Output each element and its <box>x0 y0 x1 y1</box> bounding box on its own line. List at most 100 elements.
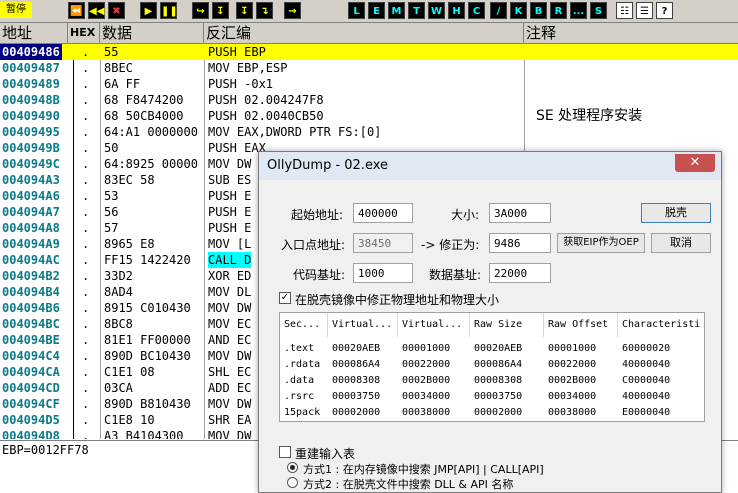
section-cell[interactable]: 00034000 <box>398 389 450 405</box>
sections-header[interactable]: Virtual... <box>398 313 470 337</box>
references-button[interactable]: R <box>550 2 567 19</box>
column-comment[interactable]: 注释 <box>524 23 738 43</box>
column-hex[interactable]: 数据 <box>100 23 204 43</box>
column-disasm[interactable]: 反汇编 <box>204 23 524 43</box>
method2-radio[interactable] <box>287 477 298 488</box>
step-over-button[interactable]: ↧ <box>212 2 229 19</box>
code-address: 00409490 <box>2 109 60 123</box>
section-cell[interactable]: 00038000 <box>544 405 596 421</box>
sections-header[interactable]: Virtual... <box>328 313 398 337</box>
section-cell[interactable]: 0002B000 <box>544 373 596 389</box>
sections-table[interactable]: Sec... Virtual... Virtual... Raw Size Ra… <box>279 312 705 422</box>
dialog-title-bar[interactable]: OllyDump - 02.exe ✕ <box>259 152 721 180</box>
sections-header[interactable]: Sec... <box>280 313 328 337</box>
trace-into-button[interactable]: ↧ <box>236 2 253 19</box>
execute-till-return-button[interactable]: → <box>284 2 301 19</box>
data-base-field[interactable]: 22000 <box>489 263 551 283</box>
section-cell[interactable]: 00003750 <box>470 389 522 405</box>
options-icon[interactable]: ☷ <box>616 2 633 19</box>
section-cell[interactable]: .rdata <box>280 357 320 373</box>
log-window-button[interactable]: L <box>348 2 365 19</box>
section-cell[interactable]: 40000040 <box>618 389 670 405</box>
cancel-button[interactable]: 取消 <box>651 233 711 253</box>
pause-button[interactable]: ❚❚ <box>160 2 178 19</box>
section-cell[interactable]: 000086A4 <box>328 357 380 373</box>
memory-button[interactable]: M <box>388 2 405 19</box>
get-eip-button[interactable]: 获取EIP作为OEP <box>557 233 645 253</box>
breakpoints-button[interactable]: B <box>530 2 547 19</box>
section-cell[interactable]: 00002000 <box>328 405 380 421</box>
step-into-button[interactable]: ↪ <box>192 2 209 19</box>
section-cell[interactable]: 40000040 <box>618 357 670 373</box>
dump-button[interactable]: 脱壳 <box>641 203 711 223</box>
row-marker: . <box>82 141 90 155</box>
code-hex: 03CA <box>104 381 133 395</box>
code-disasm: MOV EAX,DWORD PTR FS:[0] <box>208 125 382 139</box>
code-row[interactable]: 0040948B. 68 F8474200 PUSH 02.004247F8 <box>0 92 738 108</box>
section-cell[interactable]: .text <box>280 341 314 357</box>
code-hex: 50 <box>104 141 119 155</box>
column-hex-tag[interactable]: HEX <box>68 23 100 43</box>
section-cell[interactable]: 00020AEB <box>470 341 522 357</box>
size-field[interactable]: 3A000 <box>489 203 551 223</box>
section-cell[interactable]: 00002000 <box>470 405 522 421</box>
rewind-button[interactable]: ⏪ <box>68 2 85 19</box>
code-hex: 57 <box>104 221 119 235</box>
code-base-field[interactable]: 1000 <box>353 263 413 283</box>
sections-header[interactable]: Raw Size <box>470 313 544 337</box>
code-address: 0040949C <box>2 157 60 171</box>
back-button[interactable]: ◀◀ <box>88 2 105 19</box>
section-cell[interactable]: 00001000 <box>398 341 450 357</box>
section-cell[interactable]: 00034000 <box>544 389 596 405</box>
section-cell[interactable]: 0002B000 <box>398 373 450 389</box>
section-cell[interactable]: 00022000 <box>544 357 596 373</box>
row-marker: . <box>82 413 90 427</box>
section-cell[interactable]: E0000040 <box>618 405 670 421</box>
windows-button[interactable]: W <box>428 2 445 19</box>
section-cell[interactable]: 00001000 <box>544 341 596 357</box>
start-addr-field[interactable]: 400000 <box>353 203 413 223</box>
help-icon[interactable]: ? <box>656 2 673 19</box>
section-cell[interactable]: 00008308 <box>470 373 522 389</box>
section-cell[interactable]: 00003750 <box>328 389 380 405</box>
close-program-button[interactable]: ✖ <box>108 2 125 19</box>
rebuild-import-checkbox[interactable] <box>279 446 291 458</box>
column-addr[interactable]: 地址 <box>0 23 68 43</box>
code-hex: FF15 1422420 <box>104 253 191 267</box>
patches-button[interactable]: / <box>490 2 507 19</box>
section-cell[interactable]: C0000040 <box>618 373 670 389</box>
code-row[interactable]: 00409487. 8BEC MOV EBP,ESP <box>0 60 738 76</box>
source-button[interactable]: S <box>590 2 607 19</box>
section-cell[interactable]: 00008308 <box>328 373 380 389</box>
section-cell[interactable]: 60000020 <box>618 341 670 357</box>
list-icon[interactable]: ☰ <box>636 2 653 19</box>
handles-button[interactable]: H <box>448 2 465 19</box>
call-stack-button[interactable]: K <box>510 2 527 19</box>
sections-header[interactable]: Characteristi <box>618 313 704 337</box>
method1-radio[interactable] <box>287 462 298 473</box>
section-cell[interactable]: 00022000 <box>398 357 450 373</box>
code-address: 004094B2 <box>2 269 60 283</box>
cpu-button[interactable]: C <box>468 2 485 19</box>
section-cell[interactable]: 00020AEB <box>328 341 380 357</box>
run-trace-button[interactable]: ... <box>570 2 587 19</box>
threads-button[interactable]: T <box>408 2 425 19</box>
fix-raw-checkbox[interactable]: ✓ <box>279 292 291 304</box>
section-cell[interactable]: 000086A4 <box>470 357 522 373</box>
run-button[interactable]: ▶ <box>140 2 157 19</box>
code-row[interactable]: 00409495. 64:A1 0000000 MOV EAX,DWORD PTR … <box>0 124 738 140</box>
oep-field[interactable]: 9486 <box>489 233 551 253</box>
code-row[interactable]: 00409489. 6A FF PUSH -0x1 <box>0 76 738 92</box>
section-cell[interactable]: .rsrc <box>280 389 314 405</box>
close-icon[interactable]: ✕ <box>675 154 715 172</box>
code-hex: 8BC8 <box>104 317 133 331</box>
sections-header[interactable]: Raw Offset <box>544 313 618 337</box>
trace-over-button[interactable]: ↴ <box>256 2 273 19</box>
code-row[interactable]: 00409486. 55 PUSH EBP <box>0 44 738 60</box>
section-cell[interactable]: .data <box>280 373 314 389</box>
comment-line: SE 处理程序安装 <box>536 108 643 124</box>
section-cell[interactable]: 00038000 <box>398 405 450 421</box>
register-line: EBP=0012FF78 <box>2 443 89 457</box>
section-cell[interactable]: 15pack <box>280 405 320 421</box>
modules-button[interactable]: E <box>368 2 385 19</box>
